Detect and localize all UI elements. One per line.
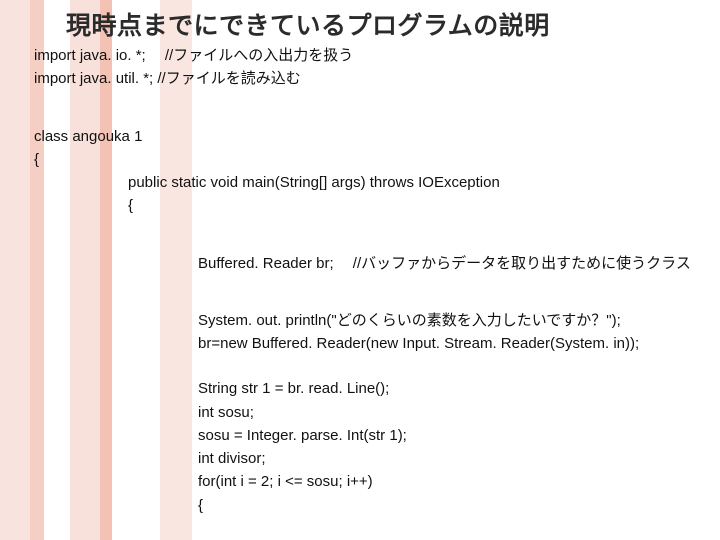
slide-title: 現時点までにできているプログラムの説明 <box>66 6 700 42</box>
code-line: import java. io. *; //ファイルへの入出力を扱う <box>34 44 700 67</box>
code-line: int sosu; <box>198 401 700 424</box>
code-line: int divisor; <box>198 447 700 470</box>
code-line: sosu = Integer. parse. Int(str 1); <box>198 424 700 447</box>
code-line: class angouka 1 <box>34 125 700 148</box>
code-line: Buffered. Reader br; //バッファからデータを取り出すために… <box>198 252 700 275</box>
code-line: import java. util. *; //ファイルを読み込む <box>34 67 700 90</box>
code-line: br=new Buffered. Reader(new Input. Strea… <box>198 332 700 355</box>
code-line: { <box>128 194 700 217</box>
code-line: { <box>34 148 700 171</box>
code-line: { <box>198 494 700 517</box>
slide-content: 現時点までにできているプログラムの説明 import java. io. *; … <box>0 0 720 517</box>
code-line: public static void main(String[] args) t… <box>128 171 700 194</box>
code-line: for(int i = 2; i <= sosu; i++) <box>198 470 700 493</box>
code-line: System. out. println("どのくらいの素数を入力したいですか？… <box>198 309 700 332</box>
code-line: String str 1 = br. read. Line(); <box>198 377 700 400</box>
